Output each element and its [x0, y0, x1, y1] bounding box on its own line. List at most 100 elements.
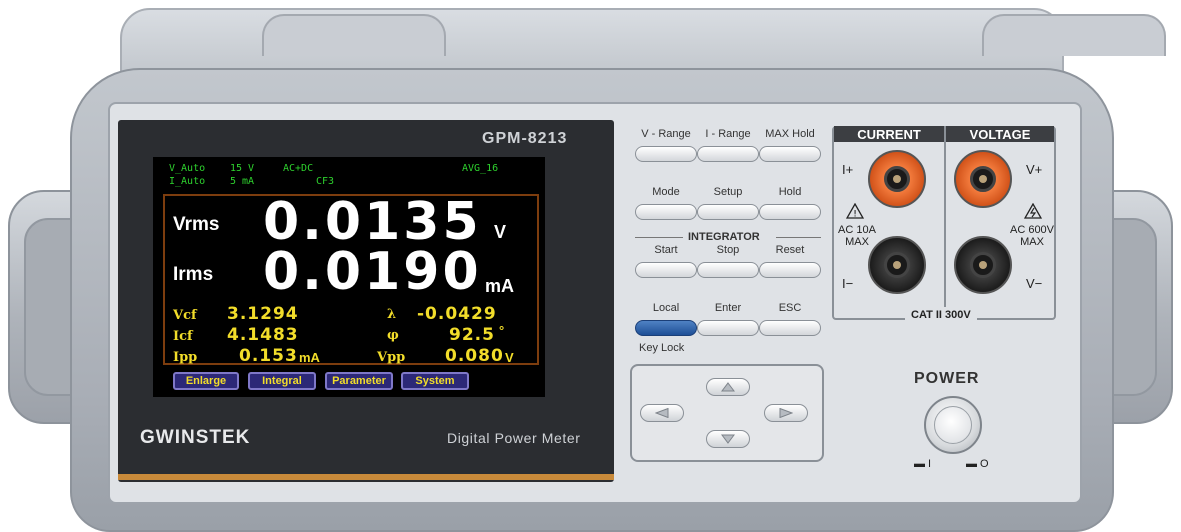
lcd-screen: V_Auto 15 V AC+DC AVG_16 I_Auto 5 mA CF3… [153, 157, 545, 397]
product-name: Digital Power Meter [447, 430, 581, 446]
voltage-plus-jack[interactable] [954, 150, 1012, 208]
status-coupling: AC+DC [283, 163, 314, 174]
local-key-label: Local [652, 302, 680, 314]
voltage-rating-line1: AC 600V [1009, 224, 1055, 236]
right-arrow-button[interactable] [764, 404, 808, 422]
setup-button[interactable] [697, 204, 759, 220]
power-label: POWER [914, 370, 980, 387]
status-i-range-value: 5 mA [230, 176, 255, 187]
status-v-range: V_Auto [169, 163, 206, 174]
top-tab-left [262, 14, 446, 56]
max-hold-button[interactable] [759, 146, 821, 162]
i-range-button[interactable] [697, 146, 759, 162]
phi-label: φ [387, 328, 399, 343]
ipp-value: 0.153 [239, 346, 298, 366]
mode-key-label: Mode [652, 186, 680, 198]
integrator-rule-right [776, 237, 821, 238]
arrow-key-pad [630, 364, 824, 462]
hold-button[interactable] [759, 204, 821, 220]
start-button[interactable] [635, 262, 697, 278]
current-rating-line1: AC 10A [838, 224, 876, 236]
svg-text:!: ! [853, 210, 857, 220]
local-button[interactable] [635, 320, 697, 336]
hold-key-label: Hold [778, 186, 802, 198]
v-range-key-label: V - Range [641, 128, 691, 140]
ipp-unit: mA [299, 350, 320, 365]
vpp-unit: V [505, 350, 514, 365]
i-range-key-label: I - Range [705, 128, 751, 140]
softkey-enlarge[interactable]: Enlarge [173, 372, 239, 390]
i-minus-label: I− [842, 276, 854, 291]
esc-key-label: ESC [778, 302, 802, 314]
vpp-label: Vpp [377, 350, 406, 365]
power-off-symbol: ▬ O [966, 458, 989, 470]
integrator-title: INTEGRATOR [688, 231, 760, 243]
down-arrow-icon [721, 434, 735, 444]
high-voltage-warning-icon: ! [846, 203, 864, 219]
icf-value: 4.1483 [227, 325, 299, 345]
model-number: GPM-8213 [482, 130, 568, 147]
irms-unit: mA [485, 276, 515, 296]
power-on-symbol: ▬ I [914, 458, 932, 470]
ipp-label: Ipp [173, 350, 198, 365]
current-plus-jack[interactable] [868, 150, 926, 208]
vrms-label: Vrms [173, 214, 220, 235]
setup-key-label: Setup [713, 186, 743, 198]
reset-key-label: Reset [775, 244, 805, 256]
vcf-label: Vcf [173, 308, 197, 323]
right-arrow-icon [779, 408, 793, 418]
terminal-divider [944, 126, 946, 320]
start-key-label: Start [654, 244, 678, 256]
vpp-value: 0.080 [445, 346, 504, 366]
lightning-warning-icon [1024, 203, 1042, 219]
top-tab-right [982, 14, 1166, 56]
status-average: AVG_16 [462, 163, 499, 174]
current-rating: AC 10A MAX [832, 224, 882, 248]
voltage-title: VOLTAGE [946, 126, 1054, 142]
current-title: CURRENT [834, 126, 944, 142]
key-lock-label: Key Lock [639, 342, 685, 354]
phi-unit: ° [499, 323, 505, 338]
power-button[interactable] [924, 396, 982, 454]
enter-button[interactable] [697, 320, 759, 336]
measurement-area: Vrms 0.0135 V Irms 0.0190 mA Vcf 3.1294 … [163, 192, 539, 366]
v-minus-label: V− [1026, 276, 1043, 291]
voltage-rating: AC 600V MAX [1004, 224, 1060, 248]
softkey-parameter[interactable]: Parameter [325, 372, 393, 390]
integrator-rule-left [635, 237, 683, 238]
up-arrow-button[interactable] [706, 378, 750, 396]
reset-button[interactable] [759, 262, 821, 278]
softkey-system[interactable]: System [401, 372, 469, 390]
power-button-cap [934, 406, 972, 444]
left-arrow-icon [655, 408, 669, 418]
icf-label: Icf [173, 329, 193, 344]
vrms-unit: V [494, 222, 507, 242]
status-v-range-value: 15 V [230, 163, 255, 174]
voltage-rating-line2: MAX [1020, 236, 1044, 248]
v-range-button[interactable] [635, 146, 697, 162]
lambda-label: λ [387, 307, 397, 322]
mode-button[interactable] [635, 204, 697, 220]
up-arrow-icon [721, 382, 735, 392]
status-crest-factor: CF3 [316, 176, 335, 187]
v-plus-label: V+ [1026, 162, 1043, 177]
stop-button[interactable] [697, 262, 759, 278]
irms-value: 0.0190 [263, 242, 482, 302]
enter-key-label: Enter [714, 302, 742, 314]
i-plus-label: I+ [842, 162, 854, 177]
measurement-category-label: CAT II 300V [905, 307, 977, 323]
lambda-value: -0.0429 [417, 304, 497, 324]
status-i-range: I_Auto [169, 176, 206, 187]
softkey-integral[interactable]: Integral [248, 372, 316, 390]
current-rating-line2: MAX [845, 236, 869, 248]
vcf-value: 3.1294 [227, 304, 299, 324]
left-arrow-button[interactable] [640, 404, 684, 422]
irms-label: Irms [173, 264, 214, 285]
esc-button[interactable] [759, 320, 821, 336]
max-hold-key-label: MAX Hold [765, 128, 815, 140]
phi-value: 92.5 [449, 325, 495, 345]
accent-strip [118, 474, 614, 480]
down-arrow-button[interactable] [706, 430, 750, 448]
brand-logo: GWINSTEK [140, 427, 251, 448]
stop-key-label: Stop [716, 244, 740, 256]
